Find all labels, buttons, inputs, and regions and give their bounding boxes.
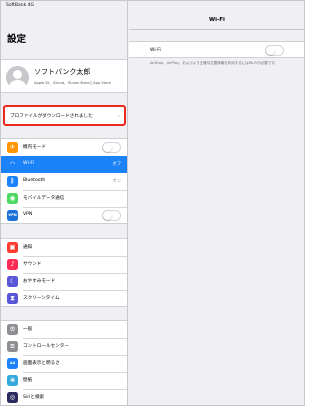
wallpaper-icon: ❀ <box>7 375 18 386</box>
connectivity-group: ✈ 機内モード ◠ Wi-Fi オフ ᛒ Bluetooth オン ◉ モバイルデータ通信 VPN V… <box>1 138 127 224</box>
sidebar-item-label: スクリーンタイム <box>23 296 60 301</box>
sidebar-item-vpn[interactable]: VPN VPN <box>1 207 127 224</box>
sidebar-item-value: オン <box>112 179 121 184</box>
avatar-body-icon <box>9 80 26 89</box>
sidebar-item-bluetooth[interactable]: ᛒ Bluetooth オン <box>1 173 127 190</box>
display-icon: AA <box>7 358 18 369</box>
sidebar-item-speaker[interactable]: ♪ サウンド <box>1 256 127 273</box>
bluetooth-icon: ᛒ <box>7 176 18 187</box>
wifi-detail-panel: Wi-Fi Wi-Fi AirDrop、AirPlay、およびより正確な位置情報… <box>129 1 304 405</box>
sidebar-item-label: 一般 <box>23 327 33 332</box>
sidebar-item-airplane[interactable]: ✈ 機内モード <box>1 139 127 156</box>
sidebar-item-switches[interactable]: ≡ コントロールセンター <box>1 338 127 355</box>
sidebar-item-notifications[interactable]: ▣ 通知 <box>1 239 127 256</box>
profile-downloaded-row[interactable]: プロファイルがダウンロードされました › <box>3 105 126 126</box>
general-group: ⚙ 一般 ≡ コントロールセンター AA 画面表示と明るさ ❀ 壁紙 ◎ Siriと検索 <box>1 320 127 405</box>
wifi-description: AirDrop、AirPlay、およびより正確な位置情報を利用するにはWi-Fi… <box>150 61 278 65</box>
notifications-icon: ▣ <box>7 242 18 253</box>
sidebar-item-antenna[interactable]: ◉ モバイルデータ通信 <box>1 190 127 207</box>
notification-group: ▣ 通知 ♪ サウンド ☾ おやすみモード ⧗ スクリーンタイム <box>1 238 127 307</box>
switches-icon: ≡ <box>7 341 18 352</box>
profile-name: ソフトバンク太郎 <box>34 68 91 76</box>
sidebar-item-label: コントロールセンター <box>23 344 69 349</box>
wifi-icon: ◠ <box>7 159 18 170</box>
airplane-icon: ✈ <box>7 142 18 153</box>
sidebar-item-label: VPN <box>23 212 33 217</box>
sidebar-item-label: おやすみモード <box>23 279 56 284</box>
avatar <box>6 66 29 89</box>
sidebar-item-label: 機内モード <box>23 145 46 150</box>
settings-window: SoftBank 4G 0:00 設定 ソフトバンク太郎 Apple ID、iC… <box>0 0 305 406</box>
gear-icon: ⚙ <box>7 324 18 335</box>
wifi-toggle[interactable] <box>265 44 284 56</box>
wifi-toggle-row: Wi-Fi <box>129 41 304 58</box>
detail-title: Wi-Fi <box>209 17 225 23</box>
toggle-knob <box>266 45 275 55</box>
sidebar-item-label: 壁紙 <box>23 378 33 383</box>
vpn-icon: VPN <box>7 210 18 221</box>
sidebar-item-siri[interactable]: ◎ Siriと検索 <box>1 389 127 405</box>
apple-id-profile-row[interactable]: ソフトバンク太郎 Apple ID、iCloud、iTunes StoreとAp… <box>1 59 127 93</box>
navbar-divider <box>129 29 304 30</box>
sidebar-item-label: 通知 <box>23 245 33 250</box>
sidebar-item-toggle[interactable] <box>102 210 121 221</box>
settings-sidebar: SoftBank 4G 0:00 設定 ソフトバンク太郎 Apple ID、iC… <box>1 1 157 405</box>
sidebar-item-toggle[interactable] <box>102 142 121 153</box>
sidebar-item-label: Wi-Fi <box>23 161 34 166</box>
profile-subtitle: Apple ID、iCloud、iTunes StoreとApp Store <box>34 81 111 85</box>
chevron-right-icon: › <box>117 113 120 120</box>
sidebar-item-hourglass[interactable]: ⧗ スクリーンタイム <box>1 290 127 307</box>
sidebar-item-wifi[interactable]: ◠ Wi-Fi オフ <box>1 156 127 173</box>
moon-icon: ☾ <box>7 276 18 287</box>
toggle-knob <box>103 211 112 220</box>
sidebar-item-label: 画面表示と明るさ <box>23 361 60 366</box>
siri-icon: ◎ <box>7 392 18 403</box>
sidebar-item-label: サウンド <box>23 262 42 267</box>
toggle-knob <box>103 143 112 152</box>
wifi-label: Wi-Fi <box>150 48 161 53</box>
speaker-icon: ♪ <box>7 259 18 270</box>
page-title: 設定 <box>7 34 27 45</box>
sidebar-item-value: オフ <box>112 162 121 167</box>
sidebar-item-label: モバイルデータ通信 <box>23 196 65 201</box>
sidebar-item-label: Bluetooth <box>23 178 46 183</box>
sidebar-item-gear[interactable]: ⚙ 一般 <box>1 321 127 338</box>
sidebar-item-label: Siriと検索 <box>23 395 45 400</box>
sidebar-item-moon[interactable]: ☾ おやすみモード <box>1 273 127 290</box>
avatar-head-icon <box>13 70 22 79</box>
hourglass-icon: ⧗ <box>7 293 18 304</box>
sidebar-item-display[interactable]: AA 画面表示と明るさ <box>1 355 127 372</box>
antenna-icon: ◉ <box>7 193 18 204</box>
sidebar-item-wallpaper[interactable]: ❀ 壁紙 <box>1 372 127 389</box>
profile-downloaded-label: プロファイルがダウンロードされました <box>10 114 93 119</box>
